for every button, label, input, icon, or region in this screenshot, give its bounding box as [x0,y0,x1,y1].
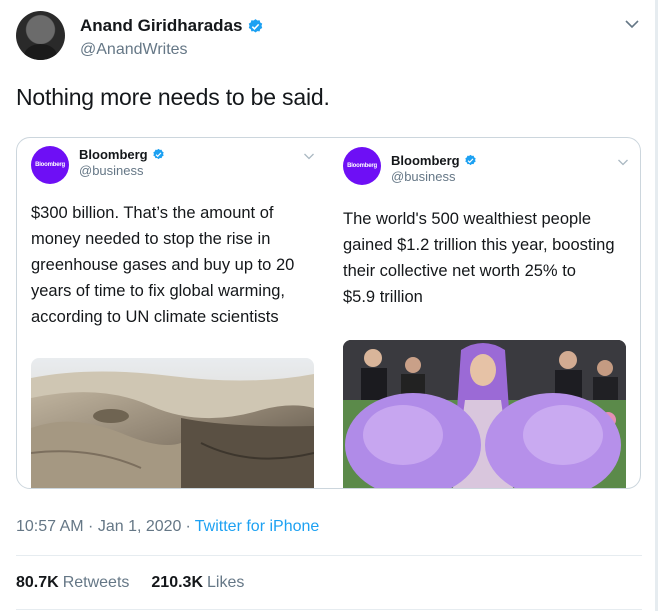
quoted-tweet-left[interactable]: Bloomberg Bloomberg @business $300 billi… [17,138,327,488]
author-name[interactable]: Anand Giridharadas [80,16,242,36]
retweets-stat[interactable]: 80.7K Retweets [16,574,129,592]
quoted-line: their collective net worth 25% to [343,262,576,280]
bloomberg-avatar: Bloomberg [31,146,69,184]
quoted-name: Bloomberg [79,147,148,162]
chevron-down-icon[interactable] [303,150,315,162]
chevron-down-icon[interactable] [617,156,629,168]
quoted-tweet-text: $300 billion. That’s the amount of money… [31,200,294,330]
tweet-meta: 10:57 AM · Jan 1, 2020 · Twitter for iPh… [16,518,319,536]
likes-stat[interactable]: 210.3K Likes [151,574,244,592]
likes-label: Likes [207,574,245,591]
likes-count: 210.3K [151,574,203,591]
desert-landscape-image [31,358,314,488]
quoted-line: greenhouse gases and buy up to 20 [31,256,295,274]
bloomberg-logo-text: Bloomberg [35,162,65,168]
author-name-row[interactable]: Anand Giridharadas [80,16,264,36]
desert-photo[interactable] [31,358,314,488]
bloomberg-logo-text: Bloomberg [347,163,377,169]
red-carpet-image [343,340,626,488]
quoted-tweets-card[interactable]: Bloomberg Bloomberg @business $300 billi… [16,137,641,489]
chevron-down-icon[interactable] [624,16,640,32]
event-photo[interactable] [343,340,626,488]
author-avatar[interactable] [16,11,65,60]
quoted-name: Bloomberg [391,153,460,168]
quoted-line: $300 billion. That’s the amount of [31,204,274,222]
verified-badge-icon [249,18,263,33]
bloomberg-avatar: Bloomberg [343,147,381,185]
divider [16,609,642,610]
divider [16,555,642,556]
quoted-line: according to UN climate scientists [31,308,279,326]
retweets-label: Retweets [62,574,130,591]
retweets-count: 80.7K [16,574,59,591]
quoted-line: money needed to stop the rise in [31,230,271,248]
author-handle[interactable]: @AnandWrites [80,41,188,59]
quoted-tweet-text: The world's 500 wealthiest people gained… [343,206,615,310]
quoted-line: The world's 500 wealthiest people [343,210,592,228]
quoted-name-row: Bloomberg [391,153,477,168]
quoted-line: gained $1.2 trillion this year, boosting [343,236,615,254]
tweet-timestamp[interactable]: 10:57 AM · Jan 1, 2020 [16,518,181,536]
quoted-line: $5.9 trillion [343,288,423,306]
tweet-stats: 80.7K Retweets 210.3K Likes [16,574,244,592]
quoted-name-row: Bloomberg [79,147,165,162]
verified-badge-icon [464,154,476,166]
tweet-text: Nothing more needs to be said. [16,84,330,110]
tweet-source-link[interactable]: Twitter for iPhone [195,518,320,536]
verified-badge-icon [152,148,164,160]
quoted-handle: @business [79,163,144,178]
meta-separator: · [185,518,191,535]
quoted-tweet-right[interactable]: Bloomberg Bloomberg @business The world'… [329,138,640,488]
quoted-line: years of time to fix global warming, [31,282,286,300]
quoted-handle: @business [391,169,456,184]
